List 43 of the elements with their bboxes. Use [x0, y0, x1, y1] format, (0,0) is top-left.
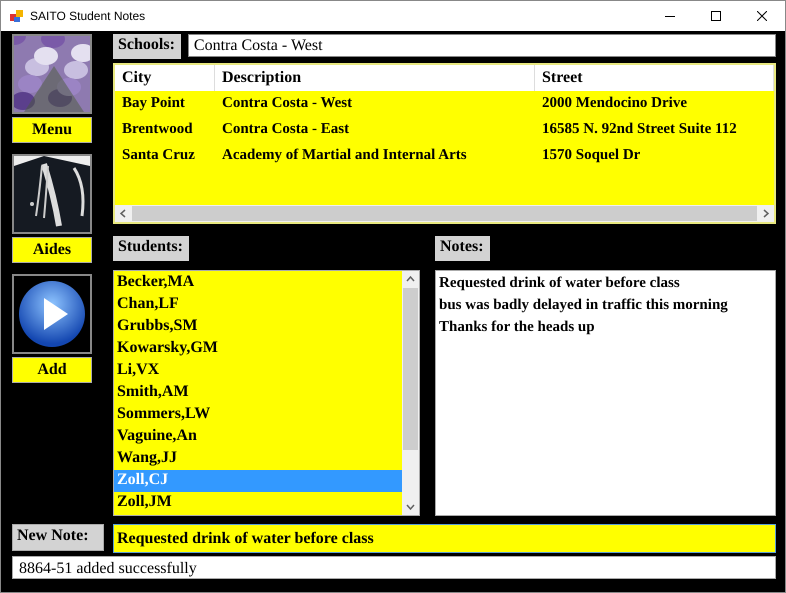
notes-label: Notes:: [435, 236, 490, 261]
column-header[interactable]: Description: [215, 65, 535, 91]
student-item[interactable]: Vaguine,An: [114, 426, 402, 448]
close-icon: [757, 11, 767, 21]
new-note-label: New Note:: [12, 524, 104, 551]
table-cell-text: Contra Costa - West: [221, 94, 354, 113]
scrollbar-thumb[interactable]: [403, 288, 418, 450]
app-icon: [10, 9, 24, 23]
student-item[interactable]: Kowarsky,GM: [114, 338, 402, 360]
column-header[interactable]: City: [115, 65, 215, 91]
table-cell-text: 16585 N. 92nd Street Suite 112: [541, 120, 738, 139]
maximize-icon: [711, 11, 721, 21]
student-item[interactable]: Becker,MA: [114, 272, 402, 294]
table-cell-text: Santa Cruz: [121, 146, 196, 165]
column-header[interactable]: Street: [535, 65, 774, 91]
notes-box[interactable]: Requested drink of water before class bus was badly delayed in traffic this morning Thanks for the heads up: [435, 270, 776, 516]
table-cell-text: Academy of Martial and Internal Arts: [221, 146, 468, 165]
sidebar-button[interactable]: Menu: [12, 117, 92, 143]
student-item[interactable]: Wang,JJ: [114, 448, 402, 470]
sidebar-button[interactable]: Add: [12, 357, 92, 383]
schools-label: Schools:: [113, 34, 181, 59]
scrollbar-thumb[interactable]: [132, 206, 757, 221]
student-item[interactable]: Zoll,JM: [114, 492, 402, 514]
school-field[interactable]: Contra Costa - West: [188, 34, 776, 57]
sidebar-button[interactable]: Aides: [12, 237, 92, 263]
table-cell-text: Contra Costa - East: [221, 120, 350, 139]
note-line: Requested drink of water before class: [439, 275, 681, 293]
note-line: Thanks for the heads up: [439, 319, 596, 337]
table-cell-text: 1570 Soquel Dr: [541, 146, 642, 165]
table-cell-text: Bay Point: [121, 94, 186, 113]
note-line: bus was badly delayed in traffic this morning: [439, 297, 729, 315]
status-bar: 8864-51 added successfully: [12, 556, 776, 579]
play-icon: [12, 274, 92, 354]
window-title: SAITO Student Notes: [30, 9, 146, 23]
student-item[interactable]: Sommers,LW: [114, 404, 402, 426]
student-item[interactable]: Li,VX: [114, 360, 402, 382]
student-item[interactable]: Smith,AM: [114, 382, 402, 404]
students-label: Students:: [113, 236, 189, 261]
new-note-field[interactable]: Requested drink of water before class: [113, 524, 776, 553]
student-item[interactable]: Chan,LF: [114, 294, 402, 316]
student-item[interactable]: Grubbs,SM: [114, 316, 402, 338]
table-cell-text: 2000 Mendocino Drive: [541, 94, 688, 113]
table-cell-text: Brentwood: [121, 120, 194, 139]
